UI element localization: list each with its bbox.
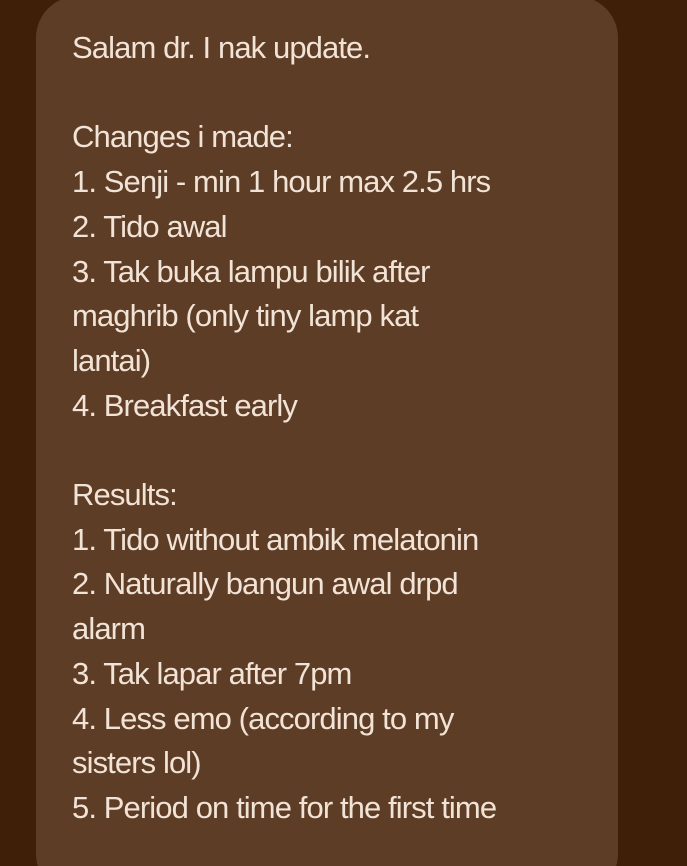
- changes-item-1: 1. Senji - min 1 hour max 2.5 hrs: [72, 164, 491, 200]
- results-item-5: 5. Period on time for the first time: [72, 789, 497, 825]
- changes-item-3-continued: lantai): [72, 342, 151, 378]
- changes-item-2: 2. Tido awal: [72, 208, 228, 244]
- changes-heading: Changes i made:: [72, 119, 294, 155]
- results-heading: Results:: [72, 477, 178, 512]
- changes-item-3: 3. Tak buka lampu bilik after: [72, 253, 430, 289]
- changes-item-4: 4. Breakfast early: [72, 387, 298, 423]
- results-item-3: 3. Tak lapar after 7pm: [72, 655, 352, 691]
- chat-area: Salam dr. I nak update. Changes i made: …: [0, 0, 687, 866]
- message-bubble[interactable]: Salam dr. I nak update. Changes i made: …: [36, 0, 618, 866]
- results-item-4: 4. Less emo (according to my: [72, 700, 454, 736]
- results-item-1: 1. Tido without ambik melatonin: [72, 521, 479, 557]
- changes-item-3-continued: maghrib (only tiny lamp kat: [72, 298, 419, 334]
- results-item-2-continued: alarm: [72, 611, 146, 647]
- results-item-4-continued: sisters lol): [72, 745, 202, 781]
- message-greeting: Salam dr. I nak update.: [72, 30, 371, 65]
- results-item-2: 2. Naturally bangun awal drpd: [72, 566, 459, 602]
